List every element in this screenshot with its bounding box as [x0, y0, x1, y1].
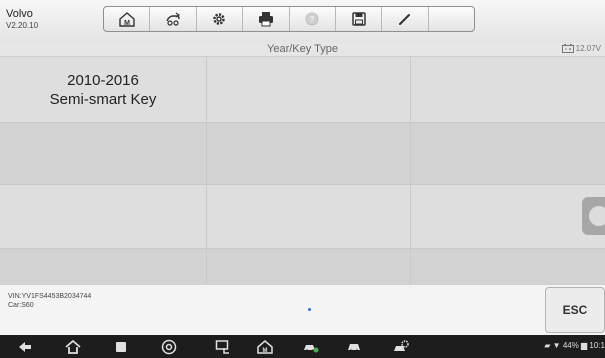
key-type-grid: 2010-2016 Semi-smart Key — [0, 57, 605, 287]
key-type-option[interactable]: 2010-2016 Semi-smart Key — [0, 57, 206, 122]
maxisys-home-icon: M — [257, 339, 273, 354]
home-icon — [65, 339, 81, 354]
home-icon: M — [118, 12, 135, 27]
save-icon — [351, 12, 366, 26]
battery-indicator: 12.07V — [561, 44, 601, 53]
app-version: V2.20.10 — [6, 21, 39, 30]
android-nav-bar: M ▰ ▼ 44% ▆ 10:1 — [0, 335, 605, 358]
empty-cell — [0, 249, 206, 287]
help-button[interactable]: ? — [290, 7, 336, 31]
empty-cell — [207, 57, 410, 122]
floating-assistive-button[interactable] — [582, 197, 605, 235]
toolbar-empty-slot — [429, 7, 474, 31]
vehicle-swap-icon — [166, 12, 181, 26]
android-home-button[interactable] — [64, 338, 82, 355]
vehicle-swap-button[interactable] — [150, 7, 197, 31]
car-icon — [348, 343, 360, 352]
footer-bar: VIN:YV1FS4453B2034744 Car:S60 ESC — [0, 284, 605, 335]
option-key-type: Semi-smart Key — [49, 90, 157, 108]
recent-apps-icon — [116, 341, 126, 352]
page-title: Year/Key Type — [267, 43, 338, 55]
edit-icon — [398, 14, 410, 25]
chrome-button[interactable] — [160, 338, 178, 355]
save-button[interactable] — [336, 7, 383, 31]
back-button[interactable] — [16, 338, 34, 355]
floating-circle-icon — [589, 206, 605, 226]
empty-cell — [0, 185, 206, 248]
empty-cell — [411, 249, 605, 287]
svg-text:M: M — [263, 348, 268, 354]
sub-header: Year/Key Type 12.07V — [0, 42, 605, 57]
back-icon — [19, 341, 31, 352]
empty-cell — [411, 123, 605, 184]
help-icon: ? — [305, 12, 319, 26]
option-year-range: 2010-2016 — [67, 71, 139, 89]
remote-icon — [215, 339, 229, 354]
status-bar-info: ▰ ▼ 44% ▆ 10:1 — [544, 341, 605, 350]
vin-label: VIN:YV1FS4453B2034744 — [8, 293, 92, 300]
car-label: Car:S60 — [8, 302, 34, 309]
car-service-button[interactable] — [302, 338, 320, 355]
empty-cell — [411, 185, 605, 248]
status-text: 44% ▆ 10:1 — [562, 341, 605, 350]
svg-text:M: M — [124, 20, 130, 27]
recent-apps-button[interactable] — [112, 338, 130, 355]
empty-cell — [207, 185, 410, 248]
edit-button[interactable] — [382, 7, 429, 31]
empty-cell — [207, 249, 410, 287]
chrome-icon — [161, 339, 177, 354]
empty-cell — [0, 123, 206, 184]
maxisys-home-button[interactable]: M — [256, 338, 274, 355]
toolbar-strip: M ? — [103, 6, 475, 32]
empty-cell — [207, 123, 410, 184]
battery-icon — [561, 44, 574, 53]
battery-voltage: 12.07V — [575, 44, 601, 53]
top-toolbar: Volvo V2.20.10 M ? — [0, 0, 605, 42]
settings-button[interactable] — [197, 7, 244, 31]
svg-text:?: ? — [310, 15, 315, 24]
wifi-icon: ▰ ▼ — [544, 341, 561, 350]
print-icon — [258, 12, 273, 27]
car-settings-button[interactable] — [392, 338, 410, 355]
print-button[interactable] — [243, 7, 290, 31]
page-indicator-dot — [308, 308, 311, 311]
settings-icon — [213, 13, 226, 25]
car-button[interactable] — [345, 338, 363, 355]
car-settings-icon — [394, 339, 409, 351]
home-button[interactable]: M — [104, 7, 151, 31]
empty-cell — [411, 57, 605, 122]
app-name: Volvo — [6, 8, 33, 20]
app-info: Volvo V2.20.10 — [6, 8, 38, 31]
remote-button[interactable] — [214, 338, 232, 355]
esc-button[interactable]: ESC — [545, 287, 605, 333]
car-service-icon — [304, 344, 319, 352]
